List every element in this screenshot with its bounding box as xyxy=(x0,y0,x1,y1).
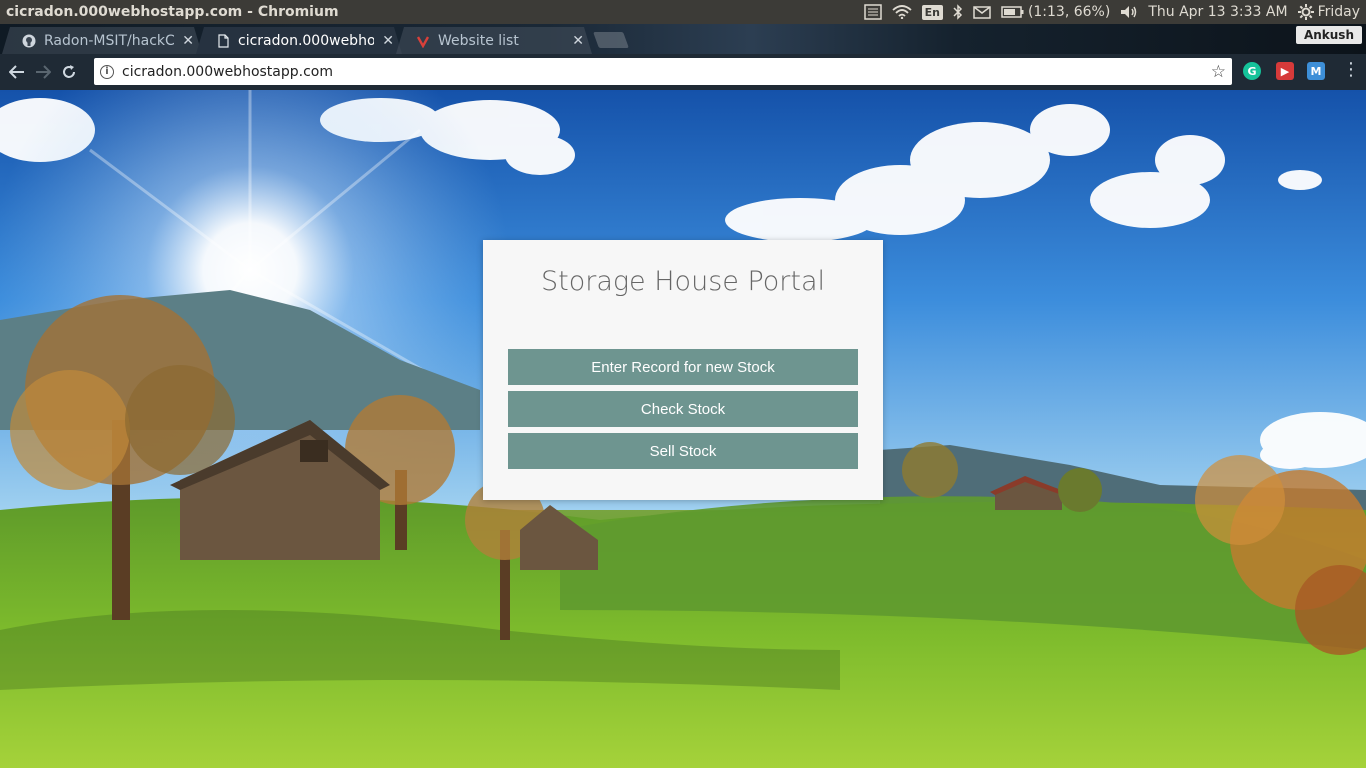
wifi-icon[interactable] xyxy=(891,5,912,19)
tab-website-list[interactable]: Website list ✕ xyxy=(396,27,592,54)
page-title: Storage House Portal xyxy=(540,266,826,297)
back-arrow-icon[interactable] xyxy=(4,59,30,85)
close-icon[interactable]: ✕ xyxy=(382,33,394,49)
tab-label: Radon-MSIT/hackCIC xyxy=(44,32,175,49)
page-icon xyxy=(216,34,230,48)
tab-label: Website list xyxy=(438,32,519,49)
close-icon[interactable]: ✕ xyxy=(572,33,584,49)
reload-icon[interactable] xyxy=(56,59,82,85)
page-viewport: Storage House Portal Enter Record for ne… xyxy=(0,90,1366,768)
window-title: cicradon.000webhostapp.com - Chromium xyxy=(6,4,339,20)
info-icon[interactable]: i xyxy=(100,64,114,79)
address-bar[interactable]: i cicradon.000webhostapp.com ☆ xyxy=(94,58,1232,85)
session-menu[interactable]: Friday xyxy=(1297,4,1360,20)
battery-text: (1:13, 66%) xyxy=(1027,4,1111,20)
battery-indicator[interactable]: (1:13, 66%) xyxy=(1001,4,1110,20)
clock[interactable]: Thu Apr 13 3:33 AM xyxy=(1148,4,1287,20)
forward-arrow-icon[interactable] xyxy=(30,59,56,85)
system-indicators: En (1:13, 66%) Thu Apr 13 3:33 AM Friday xyxy=(863,4,1366,20)
url-text[interactable]: cicradon.000webhostapp.com xyxy=(122,64,1211,80)
volume-icon[interactable] xyxy=(1120,5,1138,19)
grammarly-icon[interactable]: G xyxy=(1243,62,1261,80)
check-stock-button[interactable]: Check Stock xyxy=(508,391,858,427)
vivaldi-icon xyxy=(416,34,430,48)
bluetooth-icon[interactable] xyxy=(953,4,963,20)
sell-stock-button[interactable]: Sell Stock xyxy=(508,433,858,469)
browser-toolbar: i cicradon.000webhostapp.com ☆ G ▶ M ⋮ xyxy=(0,54,1366,90)
keyboard-layout-indicator[interactable]: En xyxy=(921,4,943,20)
tab-github[interactable]: Radon-MSIT/hackCIC ✕ xyxy=(2,27,202,54)
os-top-panel: cicradon.000webhostapp.com - Chromium En… xyxy=(0,0,1366,24)
session-user: Friday xyxy=(1317,4,1360,20)
bookmark-star-icon[interactable]: ☆ xyxy=(1211,62,1226,82)
mendeley-icon[interactable]: M xyxy=(1307,62,1325,80)
tab-label: cicradon.000webhos xyxy=(238,32,375,49)
github-icon xyxy=(22,34,36,48)
tab-cicradon[interactable]: cicradon.000webhos ✕ xyxy=(196,27,402,54)
adblock-icon[interactable]: ▶ xyxy=(1276,62,1294,80)
tab-strip: Radon-MSIT/hackCIC ✕ cicradon.000webhos … xyxy=(0,24,1366,54)
browser-menu-icon[interactable]: ⋮ xyxy=(1342,61,1360,79)
profile-button[interactable]: Ankush xyxy=(1295,26,1362,44)
portal-card: Storage House Portal Enter Record for ne… xyxy=(483,240,883,500)
mail-icon[interactable] xyxy=(973,5,991,19)
new-tab-button[interactable] xyxy=(593,32,629,48)
close-icon[interactable]: ✕ xyxy=(182,33,194,49)
enter-record-button[interactable]: Enter Record for new Stock xyxy=(508,349,858,385)
notes-icon[interactable] xyxy=(863,4,882,20)
